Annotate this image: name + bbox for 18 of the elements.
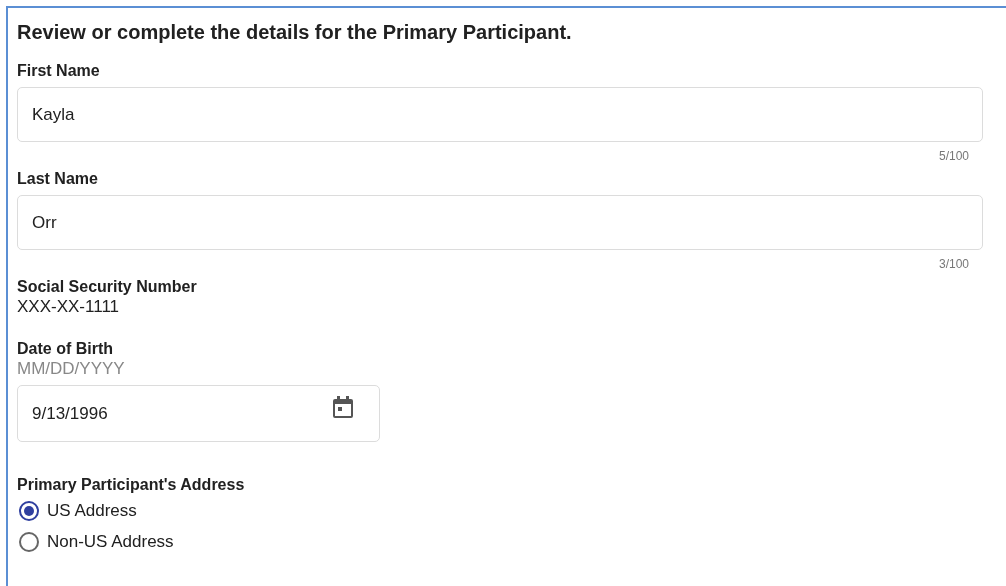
field-label: Last Name bbox=[17, 169, 99, 189]
radio-label[interactable]: US Address bbox=[47, 500, 137, 521]
radio-button[interactable] bbox=[19, 531, 39, 552]
field-label: First Name bbox=[17, 61, 101, 81]
field-label: Date of Birth bbox=[17, 339, 114, 359]
calendar-icon[interactable] bbox=[332, 395, 354, 419]
date-field[interactable]: 9/13/1996 bbox=[17, 385, 380, 442]
character-counter: 5/100 bbox=[938, 148, 969, 163]
radio-label[interactable]: Non-US Address bbox=[47, 531, 174, 552]
radio-button[interactable] bbox=[19, 500, 39, 521]
field-label: Primary Participant's Address bbox=[17, 475, 246, 495]
text-field[interactable]: Kayla bbox=[17, 87, 983, 142]
character-counter: 3/100 bbox=[938, 256, 969, 271]
ssn-value: XXX-XX-1111 bbox=[17, 297, 121, 317]
form-heading: Review or complete the details for the Primary Participant. bbox=[17, 20, 573, 44]
date-format-hint: MM/DD/YYYY bbox=[17, 359, 126, 379]
field-label: Social Security Number bbox=[17, 277, 198, 297]
text-field[interactable]: Orr bbox=[17, 195, 983, 250]
